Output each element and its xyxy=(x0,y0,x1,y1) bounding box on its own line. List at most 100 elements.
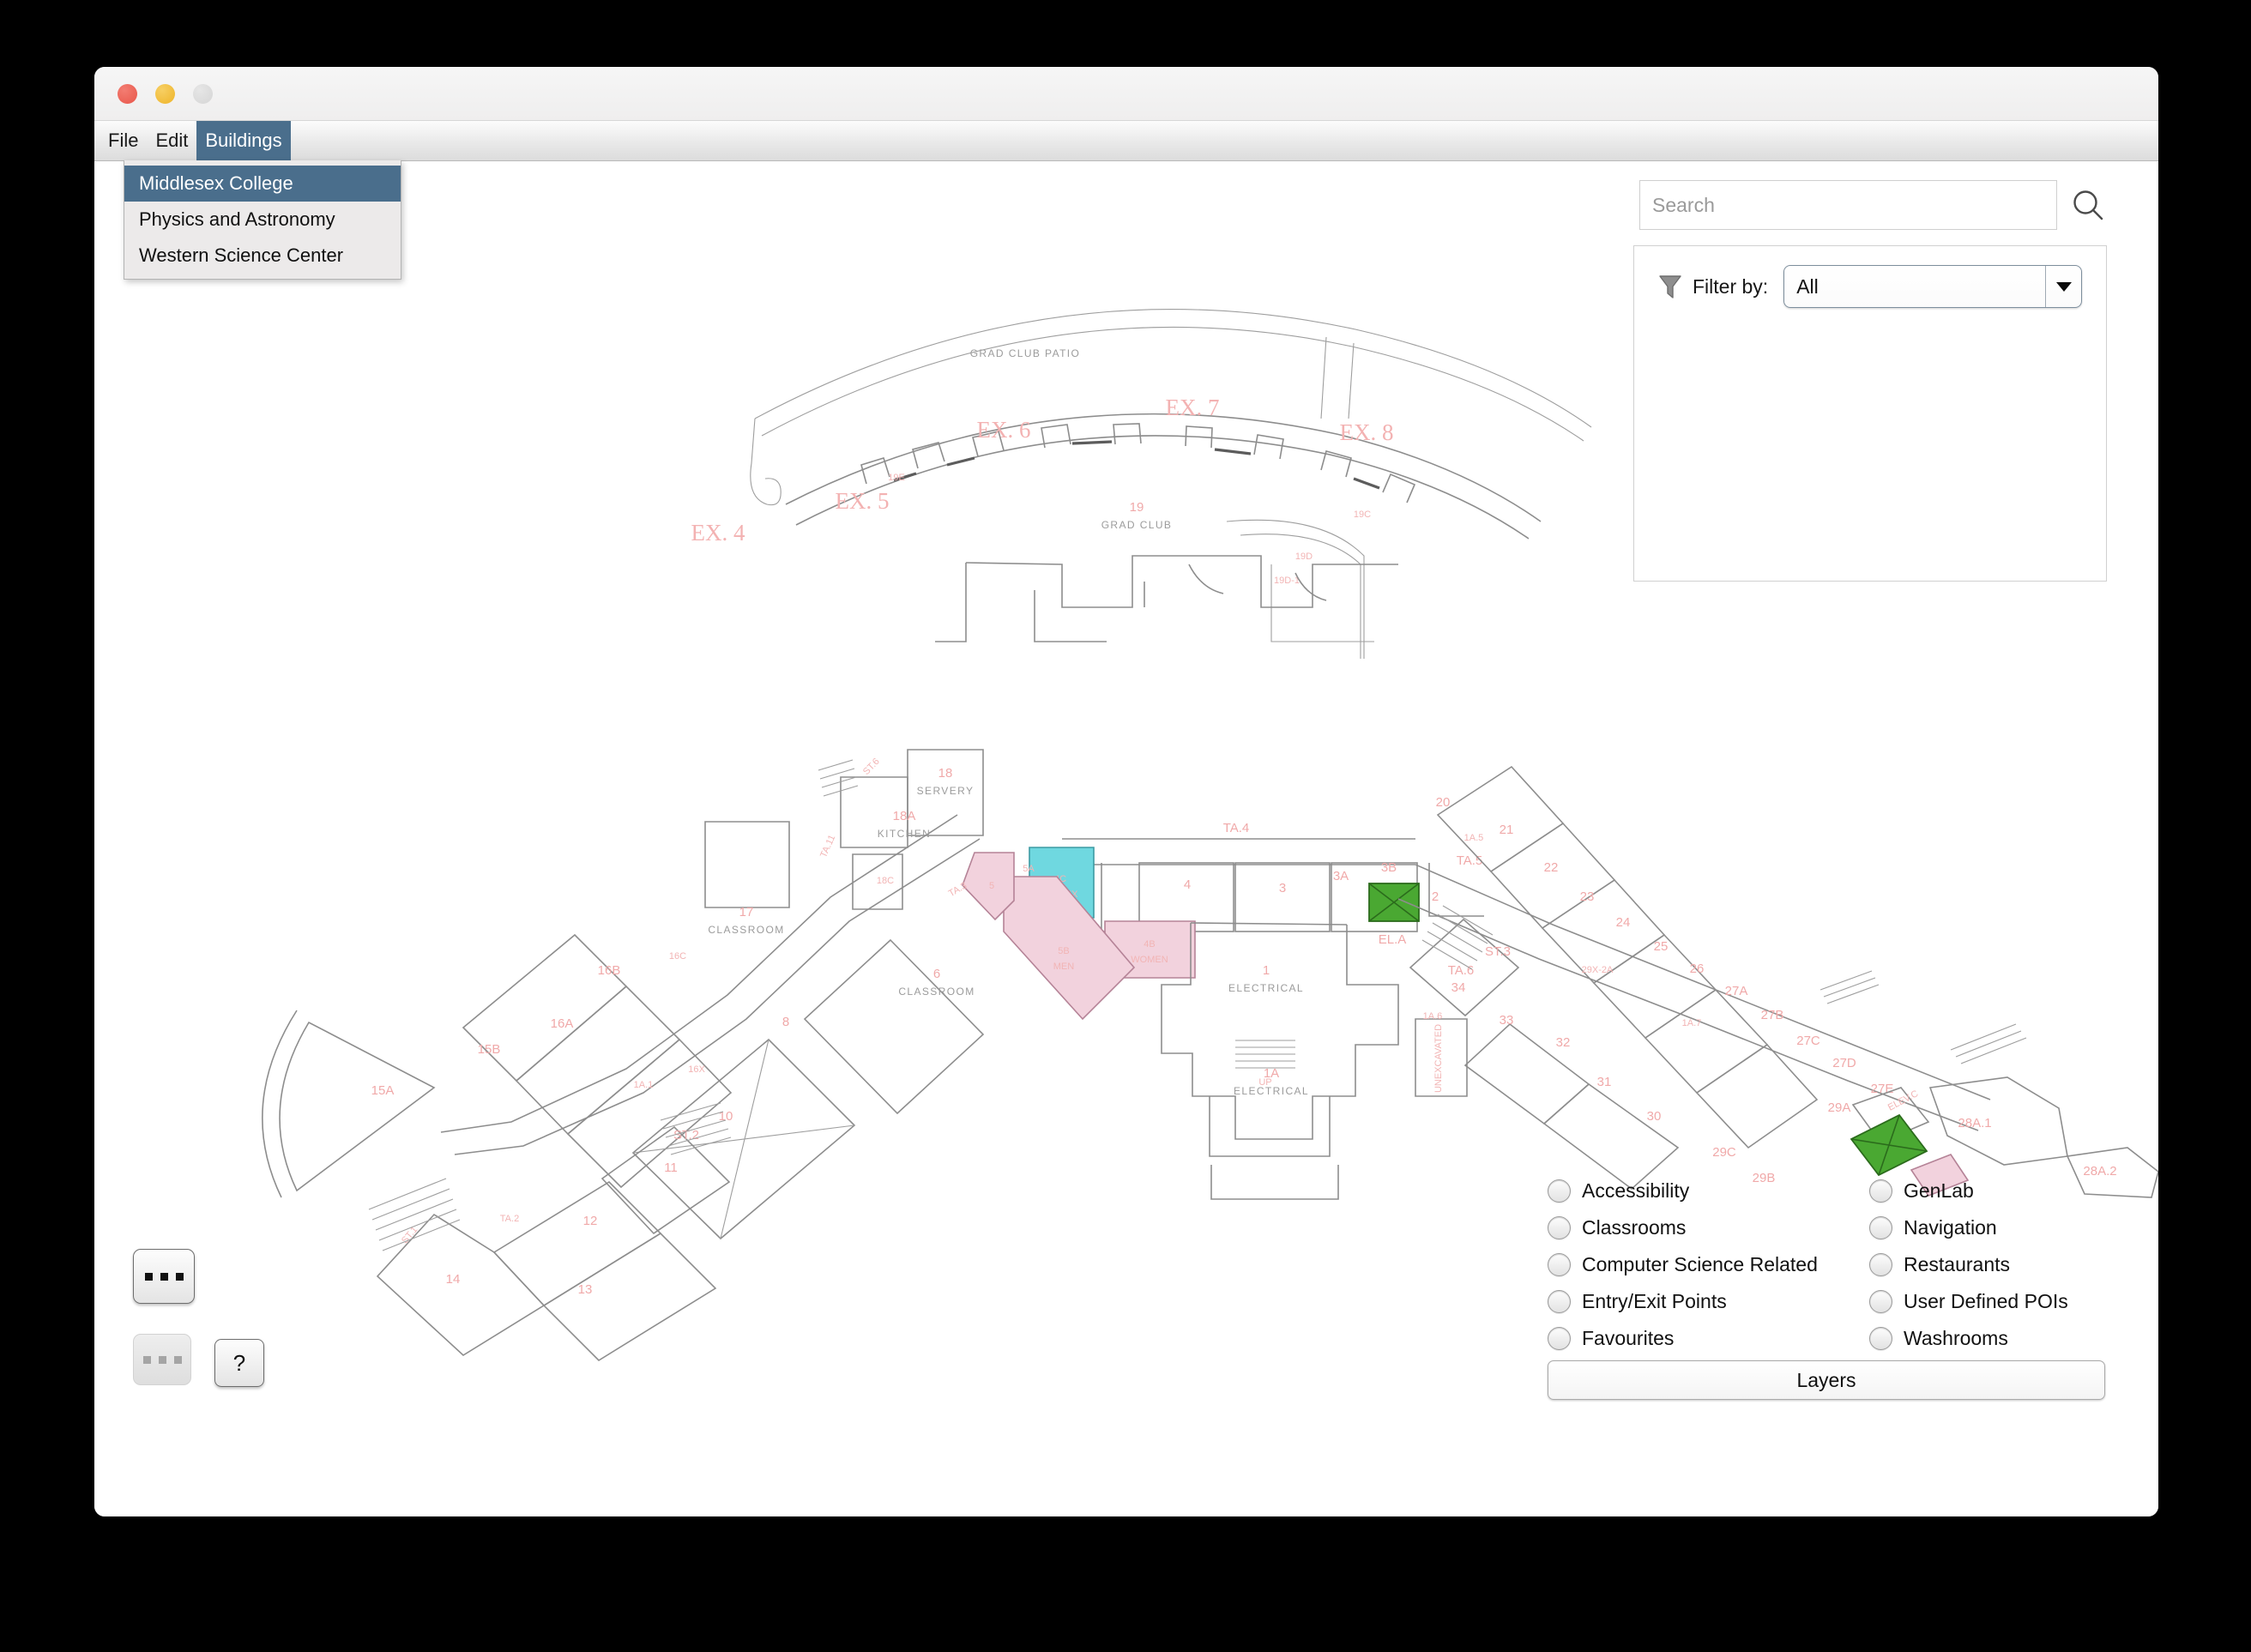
svg-text:29A: 29A xyxy=(1828,1100,1851,1115)
svg-text:EX. 6: EX. 6 xyxy=(977,417,1031,443)
dropdown-item-middlesex-college[interactable]: Middlesex College xyxy=(124,166,401,202)
legend-item-entry-exit-points[interactable]: Entry/Exit Points xyxy=(1548,1290,1869,1313)
svg-text:8: 8 xyxy=(782,1015,789,1029)
svg-text:UNEXCAVATED: UNEXCAVATED xyxy=(1433,1024,1444,1093)
layers-button[interactable]: Layers xyxy=(1548,1360,2105,1400)
dot-4 xyxy=(143,1356,151,1364)
legend-item-navigation[interactable]: Navigation xyxy=(1869,1216,2105,1239)
svg-text:28A.1: 28A.1 xyxy=(1958,1116,1991,1130)
svg-text:22: 22 xyxy=(1544,860,1559,875)
elevator-el-a xyxy=(1369,883,1419,921)
svg-text:14: 14 xyxy=(446,1272,461,1287)
radio-favourites[interactable] xyxy=(1548,1327,1571,1350)
filter-results-list[interactable] xyxy=(1634,308,2106,548)
svg-text:16B: 16B xyxy=(598,963,621,978)
svg-text:3B: 3B xyxy=(1381,860,1397,875)
svg-text:TA.11: TA.11 xyxy=(818,834,837,859)
search-row xyxy=(1639,180,2107,230)
traffic-lights xyxy=(118,84,213,104)
map-options-secondary-button xyxy=(133,1334,191,1385)
dot-2 xyxy=(160,1273,168,1281)
poi-category-legend: Accessibility GenLab Classrooms Navigati… xyxy=(1548,1179,2105,1350)
search-input[interactable] xyxy=(1639,180,2057,230)
legend-label-washrooms: Washrooms xyxy=(1904,1327,2008,1350)
filter-panel: Filter by: All xyxy=(1633,245,2107,582)
menu-buildings[interactable]: Buildings xyxy=(196,121,290,160)
legend-item-computer-science-related[interactable]: Computer Science Related xyxy=(1548,1253,1869,1276)
filter-row: Filter by: All xyxy=(1634,246,2106,308)
filter-select[interactable]: All xyxy=(1783,265,2082,308)
svg-text:24: 24 xyxy=(1616,915,1631,930)
legend-item-accessibility[interactable]: Accessibility xyxy=(1548,1179,1869,1203)
svg-text:5A: 5A xyxy=(1023,864,1035,874)
legend-item-user-defined-pois[interactable]: User Defined POIs xyxy=(1869,1290,2105,1313)
svg-text:28A.2: 28A.2 xyxy=(2083,1164,2116,1179)
menu-edit[interactable]: Edit xyxy=(147,121,196,160)
svg-text:33: 33 xyxy=(1500,1013,1514,1028)
svg-text:13: 13 xyxy=(578,1282,593,1297)
legend-label-accessibility: Accessibility xyxy=(1582,1179,1689,1203)
svg-text:TA.2: TA.2 xyxy=(500,1214,519,1224)
legend-item-favourites[interactable]: Favourites xyxy=(1548,1327,1869,1350)
chevron-down-icon[interactable] xyxy=(2045,266,2081,307)
legend-item-restaurants[interactable]: Restaurants xyxy=(1869,1253,2105,1276)
legend-item-classrooms[interactable]: Classrooms xyxy=(1548,1216,1869,1239)
svg-text:30: 30 xyxy=(1647,1109,1662,1124)
svg-text:18C: 18C xyxy=(877,876,894,886)
radio-classrooms[interactable] xyxy=(1548,1216,1571,1239)
svg-text:19D-1: 19D-1 xyxy=(1274,576,1300,586)
svg-text:GRAD CLUB PATIO: GRAD CLUB PATIO xyxy=(970,347,1081,359)
svg-text:ST.3: ST.3 xyxy=(1485,944,1511,959)
svg-text:EX. 8: EX. 8 xyxy=(1340,419,1394,445)
svg-text:CLASSROOM: CLASSROOM xyxy=(898,986,975,998)
svg-text:5: 5 xyxy=(989,881,994,891)
svg-text:12: 12 xyxy=(583,1214,598,1228)
svg-text:GRAD CLUB: GRAD CLUB xyxy=(1101,519,1173,531)
map-options-button[interactable] xyxy=(133,1249,195,1304)
svg-text:18A: 18A xyxy=(893,809,916,823)
dropdown-item-western-science-center[interactable]: Western Science Center xyxy=(124,238,401,274)
legend-label-genlab: GenLab xyxy=(1904,1179,1974,1203)
svg-text:15B: 15B xyxy=(478,1042,501,1057)
svg-text:EX. 5: EX. 5 xyxy=(836,488,890,514)
svg-text:27D: 27D xyxy=(1832,1056,1856,1070)
radio-washrooms[interactable] xyxy=(1869,1327,1892,1350)
svg-text:TA.6: TA.6 xyxy=(1448,963,1475,978)
dot-3 xyxy=(176,1273,184,1281)
help-button[interactable]: ? xyxy=(214,1339,264,1387)
radio-accessibility[interactable] xyxy=(1548,1179,1571,1203)
svg-text:MEN: MEN xyxy=(1053,962,1075,972)
svg-text:3: 3 xyxy=(1279,881,1286,895)
svg-text:26: 26 xyxy=(1690,962,1705,976)
svg-text:19: 19 xyxy=(1130,500,1144,515)
svg-text:31: 31 xyxy=(1597,1075,1612,1089)
radio-user-defined-pois[interactable] xyxy=(1869,1290,1892,1313)
radio-computer-science-related[interactable] xyxy=(1548,1253,1571,1276)
legend-item-genlab[interactable]: GenLab xyxy=(1869,1179,2105,1203)
radio-entry-exit-points[interactable] xyxy=(1548,1290,1571,1313)
radio-restaurants[interactable] xyxy=(1869,1253,1892,1276)
svg-text:11: 11 xyxy=(664,1161,678,1175)
minimize-window-button[interactable] xyxy=(155,84,175,104)
search-icon[interactable] xyxy=(2069,186,2107,224)
svg-text:3A: 3A xyxy=(1333,869,1349,883)
legend-label-favourites: Favourites xyxy=(1582,1327,1674,1350)
radio-navigation[interactable] xyxy=(1869,1216,1892,1239)
legend-item-washrooms[interactable]: Washrooms xyxy=(1869,1327,2105,1350)
radio-genlab[interactable] xyxy=(1869,1179,1892,1203)
elevator-elev-c xyxy=(1851,1115,1927,1175)
legend-label-entry-exit-points: Entry/Exit Points xyxy=(1582,1290,1727,1313)
svg-text:34: 34 xyxy=(1451,980,1466,995)
svg-text:18: 18 xyxy=(938,766,953,781)
svg-text:TA.4: TA.4 xyxy=(1223,821,1250,835)
svg-text:1: 1 xyxy=(1263,963,1270,978)
close-window-button[interactable] xyxy=(118,84,137,104)
svg-text:KITCHEN: KITCHEN xyxy=(878,828,931,840)
svg-text:29C: 29C xyxy=(1712,1145,1736,1160)
menu-file[interactable]: File xyxy=(100,121,147,160)
svg-text:21: 21 xyxy=(1500,823,1514,837)
menu-bar: File Edit Buildings Middlesex College Ph… xyxy=(94,121,2158,161)
dropdown-item-physics-and-astronomy[interactable]: Physics and Astronomy xyxy=(124,202,401,238)
svg-text:27C: 27C xyxy=(1796,1034,1820,1048)
svg-text:EL.A: EL.A xyxy=(1379,932,1407,947)
